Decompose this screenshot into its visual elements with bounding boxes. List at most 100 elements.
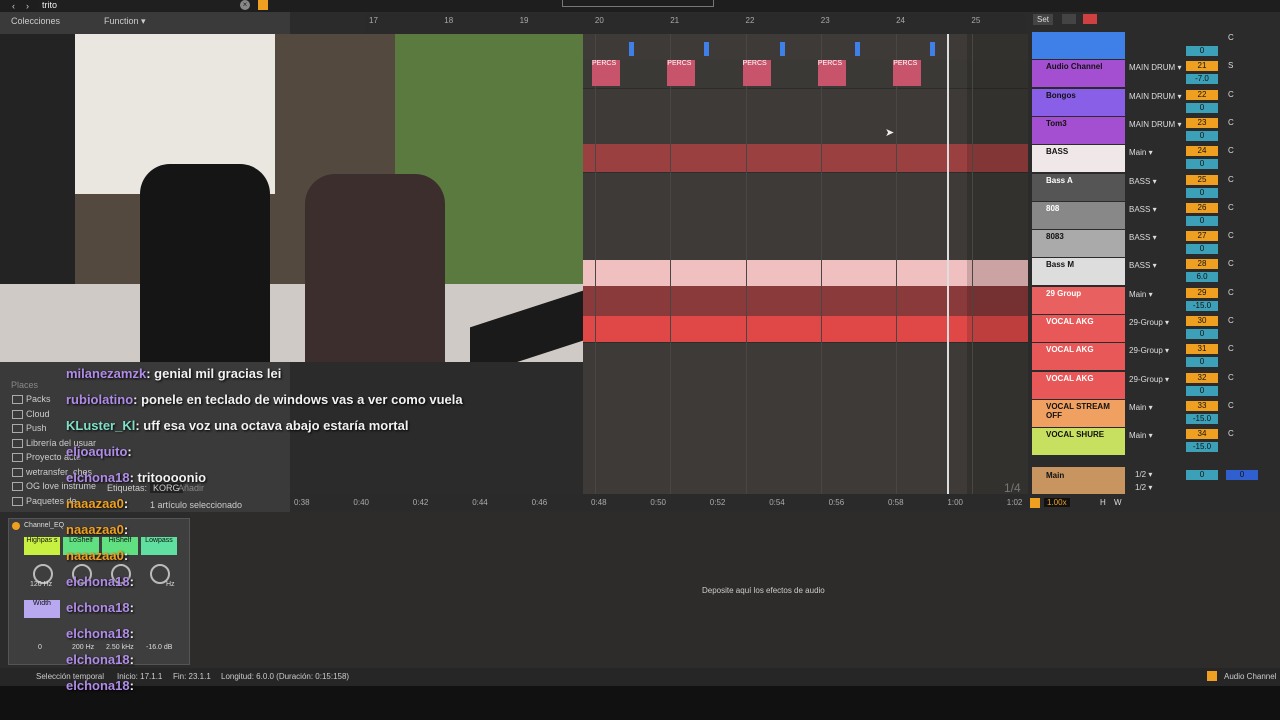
track-volume[interactable]: -15.0 <box>1186 413 1218 424</box>
place-item[interactable]: Cloud <box>26 409 50 419</box>
track-number[interactable]: 34 <box>1186 429 1218 440</box>
search-input[interactable]: trito <box>38 0 257 11</box>
eq-band-button[interactable]: Lowpass <box>141 537 177 555</box>
track-number[interactable]: 24 <box>1186 146 1218 157</box>
track-input[interactable]: MAIN DRUM ▾ <box>1129 92 1187 101</box>
blue-clip[interactable] <box>629 42 634 56</box>
track-row[interactable]: Bass A BASS ▾ 25 0 C <box>1028 173 1280 202</box>
track-name[interactable]: 808 <box>1032 201 1125 229</box>
track-number[interactable]: 21 <box>1186 61 1218 72</box>
bar-ruler[interactable] <box>365 14 1025 35</box>
percs-clip[interactable]: PERCS <box>742 60 771 86</box>
track-name[interactable]: 29 Group <box>1032 286 1125 314</box>
back-arrow-icon[interactable]: ‹ <box>12 1 15 11</box>
track-row[interactable]: VOCAL STREAM OFF Main ▾ 33 -15.0 C <box>1028 399 1280 428</box>
track-name[interactable]: BASS <box>1032 145 1125 173</box>
blue-clip[interactable] <box>779 42 785 56</box>
track-number[interactable]: 29 <box>1186 287 1218 298</box>
track-name[interactable]: Bongos <box>1032 88 1125 116</box>
track-input[interactable]: Main ▾ <box>1129 403 1187 412</box>
track-volume[interactable]: 0 <box>1186 159 1218 170</box>
arrangement-view[interactable]: ➤ PERCS PERCS PERCS PERCS PERCS <box>583 34 1028 494</box>
track-number[interactable]: 26 <box>1186 202 1218 213</box>
track-row[interactable]: VOCAL AKG 29-Group ▾ 32 0 C <box>1028 371 1280 400</box>
track-input[interactable]: BASS ▾ <box>1129 177 1187 186</box>
track-row[interactable]: VOCAL SHURE Main ▾ 34 -15.0 C <box>1028 428 1280 456</box>
track-volume[interactable]: 0 <box>1186 357 1218 368</box>
main-in2[interactable]: 1/2 ▾ <box>1135 483 1152 492</box>
track-volume[interactable]: 0 <box>1186 244 1218 255</box>
track-input[interactable]: Main ▾ <box>1129 290 1187 299</box>
track-volume[interactable]: 0 <box>1186 102 1218 113</box>
w-button[interactable]: W <box>1114 498 1122 507</box>
solo-button[interactable]: C <box>1228 373 1234 382</box>
track-input[interactable]: Main ▾ <box>1129 431 1187 440</box>
solo-button[interactable]: C <box>1228 429 1234 438</box>
solo-button[interactable]: C <box>1228 231 1234 240</box>
blue-clip[interactable] <box>930 42 936 56</box>
main-volume[interactable]: 0 <box>1186 470 1218 480</box>
track-volume[interactable]: 0 <box>1186 187 1218 198</box>
track-row[interactable]: Tom3 MAIN DRUM ▾ 23 0 C <box>1028 116 1280 145</box>
h-button[interactable]: H <box>1100 498 1106 507</box>
solo-button[interactable]: C <box>1228 203 1234 212</box>
width-button[interactable]: Width <box>24 600 60 618</box>
record-icon[interactable] <box>1083 14 1097 24</box>
track-volume[interactable]: 0 <box>1186 46 1218 56</box>
track-row[interactable]: Bass M BASS ▾ 28 6.0 C <box>1028 258 1280 286</box>
track-row[interactable]: Audio Channel MAIN DRUM ▾ 21 -7.0 S <box>1028 60 1280 88</box>
expand-icon[interactable] <box>1062 14 1076 24</box>
zoom-value[interactable]: 1.00x <box>1044 498 1070 507</box>
track-input[interactable]: BASS ▾ <box>1129 205 1187 214</box>
track-number[interactable]: 27 <box>1186 231 1218 242</box>
track-row[interactable]: VOCAL AKG 29-Group ▾ 30 0 C <box>1028 315 1280 343</box>
solo-button[interactable]: C <box>1228 90 1234 99</box>
percs-clip[interactable]: PERCS <box>817 60 846 86</box>
track-number[interactable]: 23 <box>1186 117 1218 128</box>
track-volume[interactable]: 6.0 <box>1186 272 1218 283</box>
main-volume-2[interactable]: 0 <box>1226 470 1258 480</box>
solo-button[interactable]: C <box>1228 175 1234 184</box>
track-name[interactable]: VOCAL AKG <box>1032 315 1125 342</box>
track-name[interactable]: VOCAL STREAM OFF <box>1032 399 1125 427</box>
track-name[interactable]: VOCAL SHURE <box>1032 428 1125 456</box>
place-item[interactable]: Push <box>26 423 47 433</box>
main-track[interactable]: Main 1/2 ▾ 1/2 ▾ 0 0 <box>1028 467 1280 495</box>
track-number[interactable]: 33 <box>1186 400 1218 411</box>
track-input[interactable]: 29-Group ▾ <box>1129 375 1187 384</box>
blue-clip[interactable] <box>854 42 860 56</box>
track-input[interactable]: MAIN DRUM ▾ <box>1129 120 1187 129</box>
track-volume[interactable]: -15.0 <box>1186 300 1218 311</box>
filter-icon[interactable] <box>258 0 268 10</box>
track-number[interactable]: 32 <box>1186 372 1218 383</box>
track-number[interactable]: 25 <box>1186 174 1218 185</box>
track-input[interactable]: MAIN DRUM ▾ <box>1129 63 1187 72</box>
solo-button[interactable]: C <box>1228 288 1234 297</box>
track-number[interactable]: 31 <box>1186 344 1218 355</box>
track-name[interactable]: Bass M <box>1032 258 1125 286</box>
place-item[interactable]: Packs <box>26 394 51 404</box>
track-volume[interactable]: 0 <box>1186 215 1218 226</box>
track-volume[interactable]: 0 <box>1186 130 1218 141</box>
track-number[interactable]: 30 <box>1186 316 1218 326</box>
set-button[interactable]: Set <box>1033 14 1054 25</box>
eq-band-button[interactable]: Highpas s <box>24 537 60 555</box>
track-input[interactable]: 29-Group ▾ <box>1129 346 1187 355</box>
zoom-icon[interactable] <box>1030 498 1040 508</box>
track-row[interactable]: VOCAL AKG 29-Group ▾ 31 0 C <box>1028 343 1280 371</box>
solo-button[interactable]: C <box>1228 316 1234 325</box>
solo-button[interactable]: C <box>1228 401 1234 410</box>
track-number[interactable]: 22 <box>1186 89 1218 100</box>
track-input[interactable]: BASS ▾ <box>1129 233 1187 242</box>
percs-clip[interactable]: PERCS <box>592 60 620 86</box>
loop-brace[interactable] <box>562 0 714 7</box>
track-input[interactable]: Main ▾ <box>1129 148 1187 157</box>
percs-clip[interactable]: PERCS <box>893 60 922 86</box>
solo-button[interactable]: C <box>1228 33 1234 42</box>
percs-clip[interactable]: PERCS <box>667 60 696 86</box>
solo-button[interactable]: C <box>1228 146 1234 155</box>
track-input[interactable]: BASS ▾ <box>1129 261 1187 270</box>
solo-button[interactable]: S <box>1228 61 1233 70</box>
forward-arrow-icon[interactable]: › <box>26 1 29 11</box>
track-name[interactable] <box>1032 32 1125 59</box>
